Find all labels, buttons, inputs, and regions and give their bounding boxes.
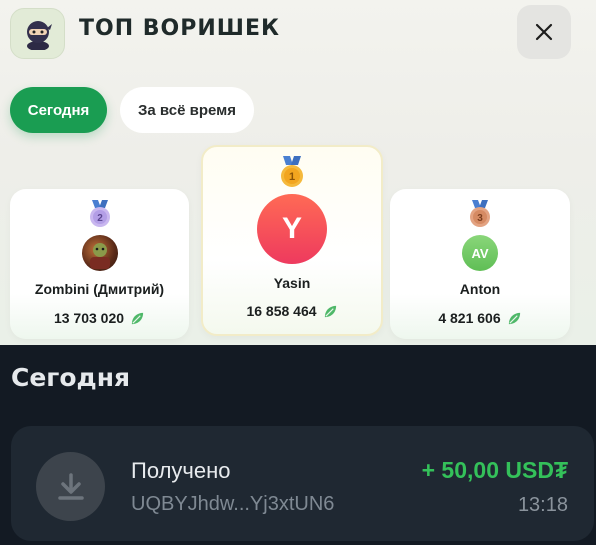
avatar: AV (462, 235, 498, 271)
avatar-letter: AV (471, 245, 489, 261)
transaction-time: 13:18 (517, 494, 568, 516)
medal-number: 3 (477, 213, 483, 224)
leaf-icon (324, 305, 336, 317)
player-score-value: 13 703 020 (53, 310, 125, 326)
player-name: Yasin (273, 275, 311, 291)
player-name: Anton (459, 281, 501, 297)
leaderboard-card-1st[interactable]: 1 Y Yasin 16 858 464 (201, 145, 383, 336)
leaderboard-card-3rd[interactable]: 3 AV Anton 4 821 606 (390, 189, 570, 339)
tab-all-time[interactable]: За всё время (120, 87, 254, 133)
tab-today-label: Сегодня (27, 101, 90, 119)
download-icon (36, 452, 105, 521)
transaction-item[interactable]: Получено UQBYJhdw...Yj3xtUN6 + 50,00 USD… (11, 426, 594, 541)
tab-today[interactable]: Сегодня (10, 87, 107, 133)
player-score-value: 16 858 464 (246, 303, 317, 319)
transaction-address: UQBYJhdw...Yj3xtUN6 (131, 493, 335, 515)
transaction-label: Получено (131, 458, 231, 483)
avatar-letter: Y (281, 212, 302, 245)
player-name: Zombini (Дмитрий) (34, 281, 165, 297)
avatar: Y (257, 194, 327, 264)
player-score: 13 703 020 (10, 310, 189, 326)
avatar (81, 235, 118, 271)
player-score: 4 821 606 (390, 310, 570, 326)
medal-number: 1 (289, 171, 295, 183)
silver-medal-icon: 2 (88, 200, 112, 232)
player-score: 16 858 464 (203, 303, 381, 319)
close-icon (535, 23, 553, 41)
bronze-medal-icon: 3 (468, 200, 492, 232)
transaction-amount: + 50,00 USD₮ (421, 457, 568, 483)
leaderboard-panel: ТОП ВОРИШЕК Сегодня За всё время 2 Zombi… (0, 0, 596, 345)
leaf-icon (131, 312, 144, 324)
player-score-value: 4 821 606 (438, 310, 501, 326)
medal-number: 2 (97, 213, 103, 224)
leaf-icon (508, 312, 520, 324)
close-button[interactable] (517, 5, 571, 59)
ninja-icon (10, 8, 65, 59)
page-title: ТОП ВОРИШЕК (79, 16, 280, 41)
section-title: Сегодня (11, 363, 131, 392)
gold-medal-icon: 1 (279, 156, 305, 192)
tab-all-time-label: За всё время (138, 101, 236, 119)
leaderboard-card-2nd[interactable]: 2 Zombini (Дмитрий) 13 703 020 (10, 189, 189, 339)
